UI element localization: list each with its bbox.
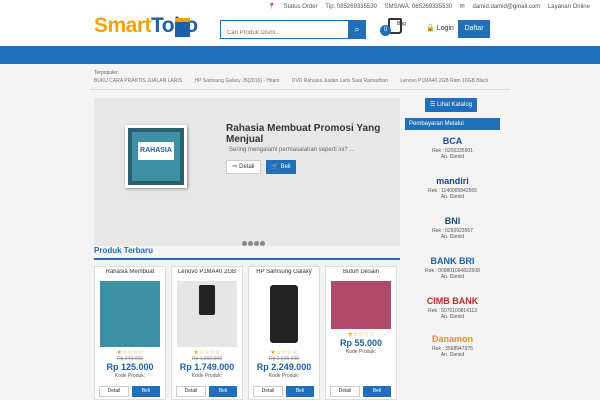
product-price: Rp 1.749.000 [179,362,235,372]
sms-link[interactable]: SMS/WA: 085269335530 [385,4,453,10]
bank-an: An. Damid [440,194,465,200]
product-actions: Detail Beli [253,386,317,397]
product-price: Rp 55.000 [339,338,383,348]
login-label: Login [436,25,454,32]
cart-count-badge: 0 [380,25,391,36]
product-rating: ★☆☆☆☆ [116,350,144,356]
top-header: SmartToko 📍 Status Order Tlp: 0852693355… [0,0,600,46]
status-order-link[interactable]: 📍 Status Order [268,4,317,10]
product-image[interactable] [177,281,237,347]
slide-desc: Sering mengalami permasalahan seperti in… [229,147,355,153]
bank-an: An. Damid [440,314,465,320]
bank-an: An. Damid [440,274,465,280]
bank-an: An. Damid [440,234,465,240]
product-detail-button[interactable]: Detail [330,386,360,397]
bank-bri: BANK BRI Rek : 009801094822508 An. Damid [405,256,500,280]
lihat-katalog-button[interactable]: ☰ Lihat Katalog [425,98,477,112]
product-name[interactable]: Butuh Desain [326,269,396,279]
slide-beli-label: Beli [280,164,291,170]
product-image[interactable] [100,281,160,347]
search-input[interactable] [221,24,349,42]
popular-title: Terpopuler: [94,70,120,76]
product-name[interactable]: Rahasia Membuat [95,269,165,279]
product-price: Rp 2.249.000 [256,362,312,372]
product-beli-button[interactable]: Beli [363,386,391,397]
slide-detail-label: Detail [239,164,255,170]
product-card[interactable]: HP Samsung Galaxy ★☆☆☆☆ Rp 2.599.000 Rp … [248,266,320,400]
product-card[interactable]: Butuh Desain ★☆☆☆☆ Rp 55.000 Kode Produk… [325,266,397,400]
payment-title: Pembayaran Melalui [405,118,500,130]
bank-bni: BNI Rek : 0250923567 An. Damid [405,216,500,240]
product-price: Rp 125.000 [106,362,154,372]
product-name[interactable]: Lenovo P1MA40 2GB [172,269,242,279]
product-actions: Detail Beli [330,386,394,397]
bri-logo: BANK BRI [430,256,475,266]
logo-text-smart: Smart [94,14,152,37]
product-card[interactable]: Lenovo P1MA40 2GB ★☆☆☆☆ Rp 1.890.000 Rp … [171,266,243,400]
product-code: Kode Produk: [191,373,223,379]
product-actions: Detail Beli [99,386,163,397]
product-beli-button[interactable]: Beli [132,386,160,397]
product-slider: RAHASIA Rahasia Membuat Promosi Yang Men… [94,98,400,246]
bank-mandiri: mandiri Rek : 1140005842565 An. Damid [405,176,500,200]
popular-tags: Terpopuler: BUKU CARA PRAKTIS JUALAN LAR… [94,70,506,84]
product-code: Kode Produk: [268,373,300,379]
produk-terbaru-title: Produk Terbaru [94,246,400,260]
search-button[interactable]: ⌕ [348,20,366,39]
product-rating: ★☆☆☆☆ [347,332,375,338]
cart-label: Bag [397,21,406,27]
book-title-text: RAHASIA [138,142,174,160]
email-link[interactable]: ✉ damid.damid@gmail.com [460,4,540,10]
product-image[interactable] [331,281,391,329]
main-navbar [0,46,600,64]
product-beli-button[interactable]: Beli [286,386,314,397]
product-image[interactable] [254,281,314,347]
bank-an: An. Damid [440,154,465,160]
product-detail-button[interactable]: Detail [253,386,283,397]
phone-icon [270,285,298,343]
popular-item[interactable]: BUKU CARA PRAKTIS JUALAN LARIS [94,78,182,84]
bank-cimb: CIMB BANK Rek : 5070100814113 An. Damid [405,296,500,320]
phone-link[interactable]: Tlp: 085269335530 [325,4,377,10]
product-detail-button[interactable]: Detail [176,386,206,397]
top-links: 📍 Status Order Tlp: 085269335530 SMS/WA:… [262,3,590,10]
popular-item[interactable]: Lenovo P1MA40 2GB Ram 16GB Black [400,78,488,84]
danamon-logo: Danamon [431,334,473,344]
search-box: ⌕ [220,20,366,42]
product-code: Kode Produk: [114,373,146,379]
bank-bca: BCA Rek : 0200335901 An. Damid [405,136,500,160]
popular-item[interactable]: DVD Rahasia Jualan Laris Saat Ramadhan [292,78,388,84]
slide-book-image[interactable]: RAHASIA [125,125,187,188]
login-button[interactable]: 🔒 Login [425,21,455,37]
product-beli-button[interactable]: Beli [209,386,237,397]
cimb-logo: CIMB BANK [426,296,479,306]
status-order-label: Status Order [283,4,318,10]
daftar-button[interactable]: Daftar [458,20,490,38]
divider [90,89,510,90]
product-rating: ★☆☆☆☆ [270,350,298,356]
slide-beli-button[interactable]: 🛒 Beli [266,160,296,174]
product-actions: Detail Beli [176,386,240,397]
logo-icon [175,18,190,37]
search-icon: ⌕ [354,24,360,34]
popular-item[interactable]: HP Samsung Galaxy J5(2016) - Hitam [194,78,279,84]
product-rating: ★☆☆☆☆ [193,350,221,356]
layanan-link[interactable]: Layanan Online [548,4,590,10]
bca-logo: BCA [442,136,463,146]
bni-logo: BNI [444,216,461,226]
mandiri-logo: mandiri [436,176,469,186]
katalog-label: Lihat Katalog [437,102,473,108]
bank-danamon: Danamon Rek : 3568947075 An. Damid [405,334,500,358]
product-detail-button[interactable]: Detail [99,386,129,397]
email-label: damid.damid@gmail.com [472,4,541,10]
phone-icon [199,285,215,315]
bank-an: An. Damid [440,352,465,358]
slide-detail-button[interactable]: ⇨ Detail [226,160,261,174]
slide-title[interactable]: Rahasia Membuat Promosi Yang Menjual [226,123,381,145]
product-name[interactable]: HP Samsung Galaxy [249,269,319,279]
product-card[interactable]: Rahasia Membuat ★☆☆☆☆ Rp 249.000 Rp 125.… [94,266,166,400]
product-code: Kode Produk: [345,349,377,355]
